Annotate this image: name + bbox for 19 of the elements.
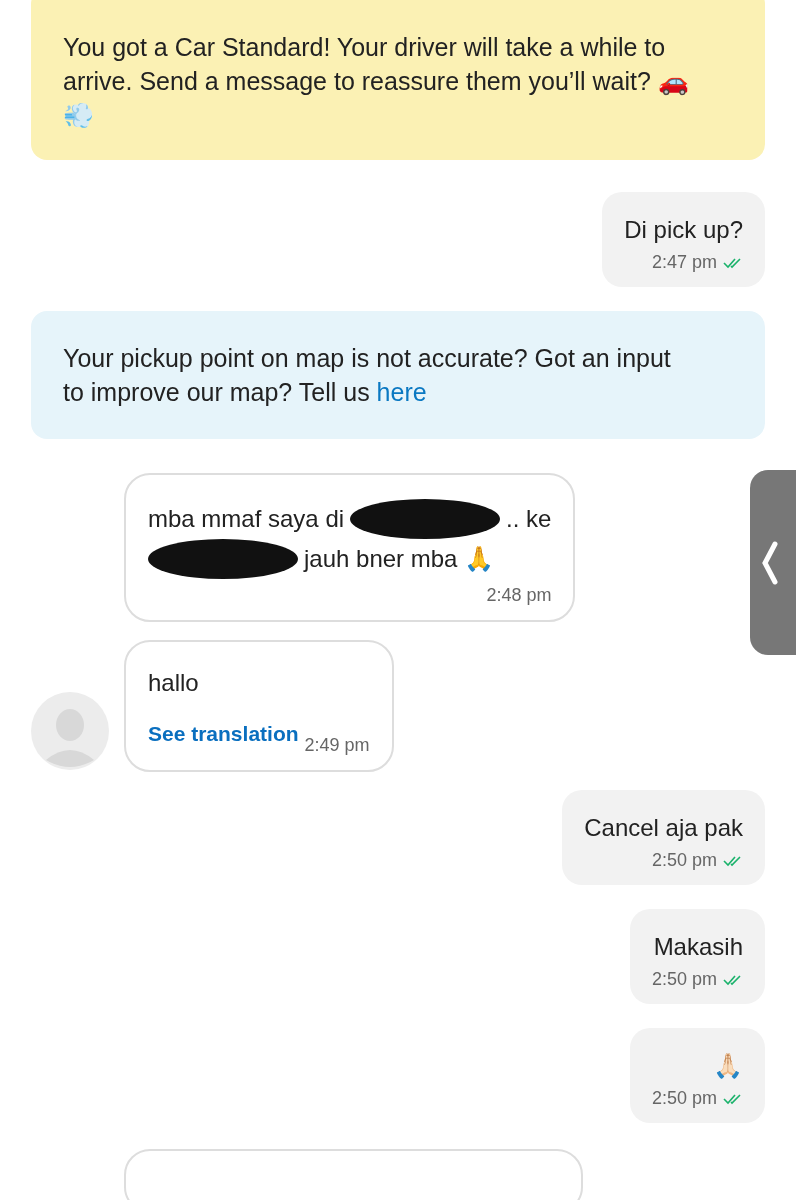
message-text: 🙏🏻 <box>713 1051 743 1081</box>
chevron-left-icon <box>762 540 778 585</box>
message-text: .. ke <box>506 504 552 534</box>
message-time: 2:48 pm <box>486 585 552 606</box>
here-link[interactable]: here <box>376 378 427 406</box>
message-text: hallo <box>148 668 199 698</box>
message-text: mba mmaf saya di <box>148 504 345 534</box>
message-text: Makasih <box>653 932 743 962</box>
message-time: 2:49 pm <box>304 735 370 756</box>
message-text: Cancel aja pak <box>584 813 743 843</box>
message-time: 2:50 pm <box>651 1088 717 1109</box>
message-text: Di pick up? <box>624 215 743 245</box>
message-time: 2:50 pm <box>651 850 717 871</box>
message-text: jauh bner mba 🙏 <box>304 544 495 574</box>
message-time: 2:50 pm <box>651 969 717 990</box>
system-message: Your pickup point on map is not accurate? Got an input to improve our map? Tell us here <box>31 311 765 439</box>
message-time: 2:47 pm <box>651 252 717 273</box>
see-translation-link[interactable]: See translation <box>148 722 299 746</box>
system-message: You got a Car Standard! Your driver will take a while to arrive. Send a message to reassure them you’ll wait? 🚗💨 <box>31 0 765 160</box>
